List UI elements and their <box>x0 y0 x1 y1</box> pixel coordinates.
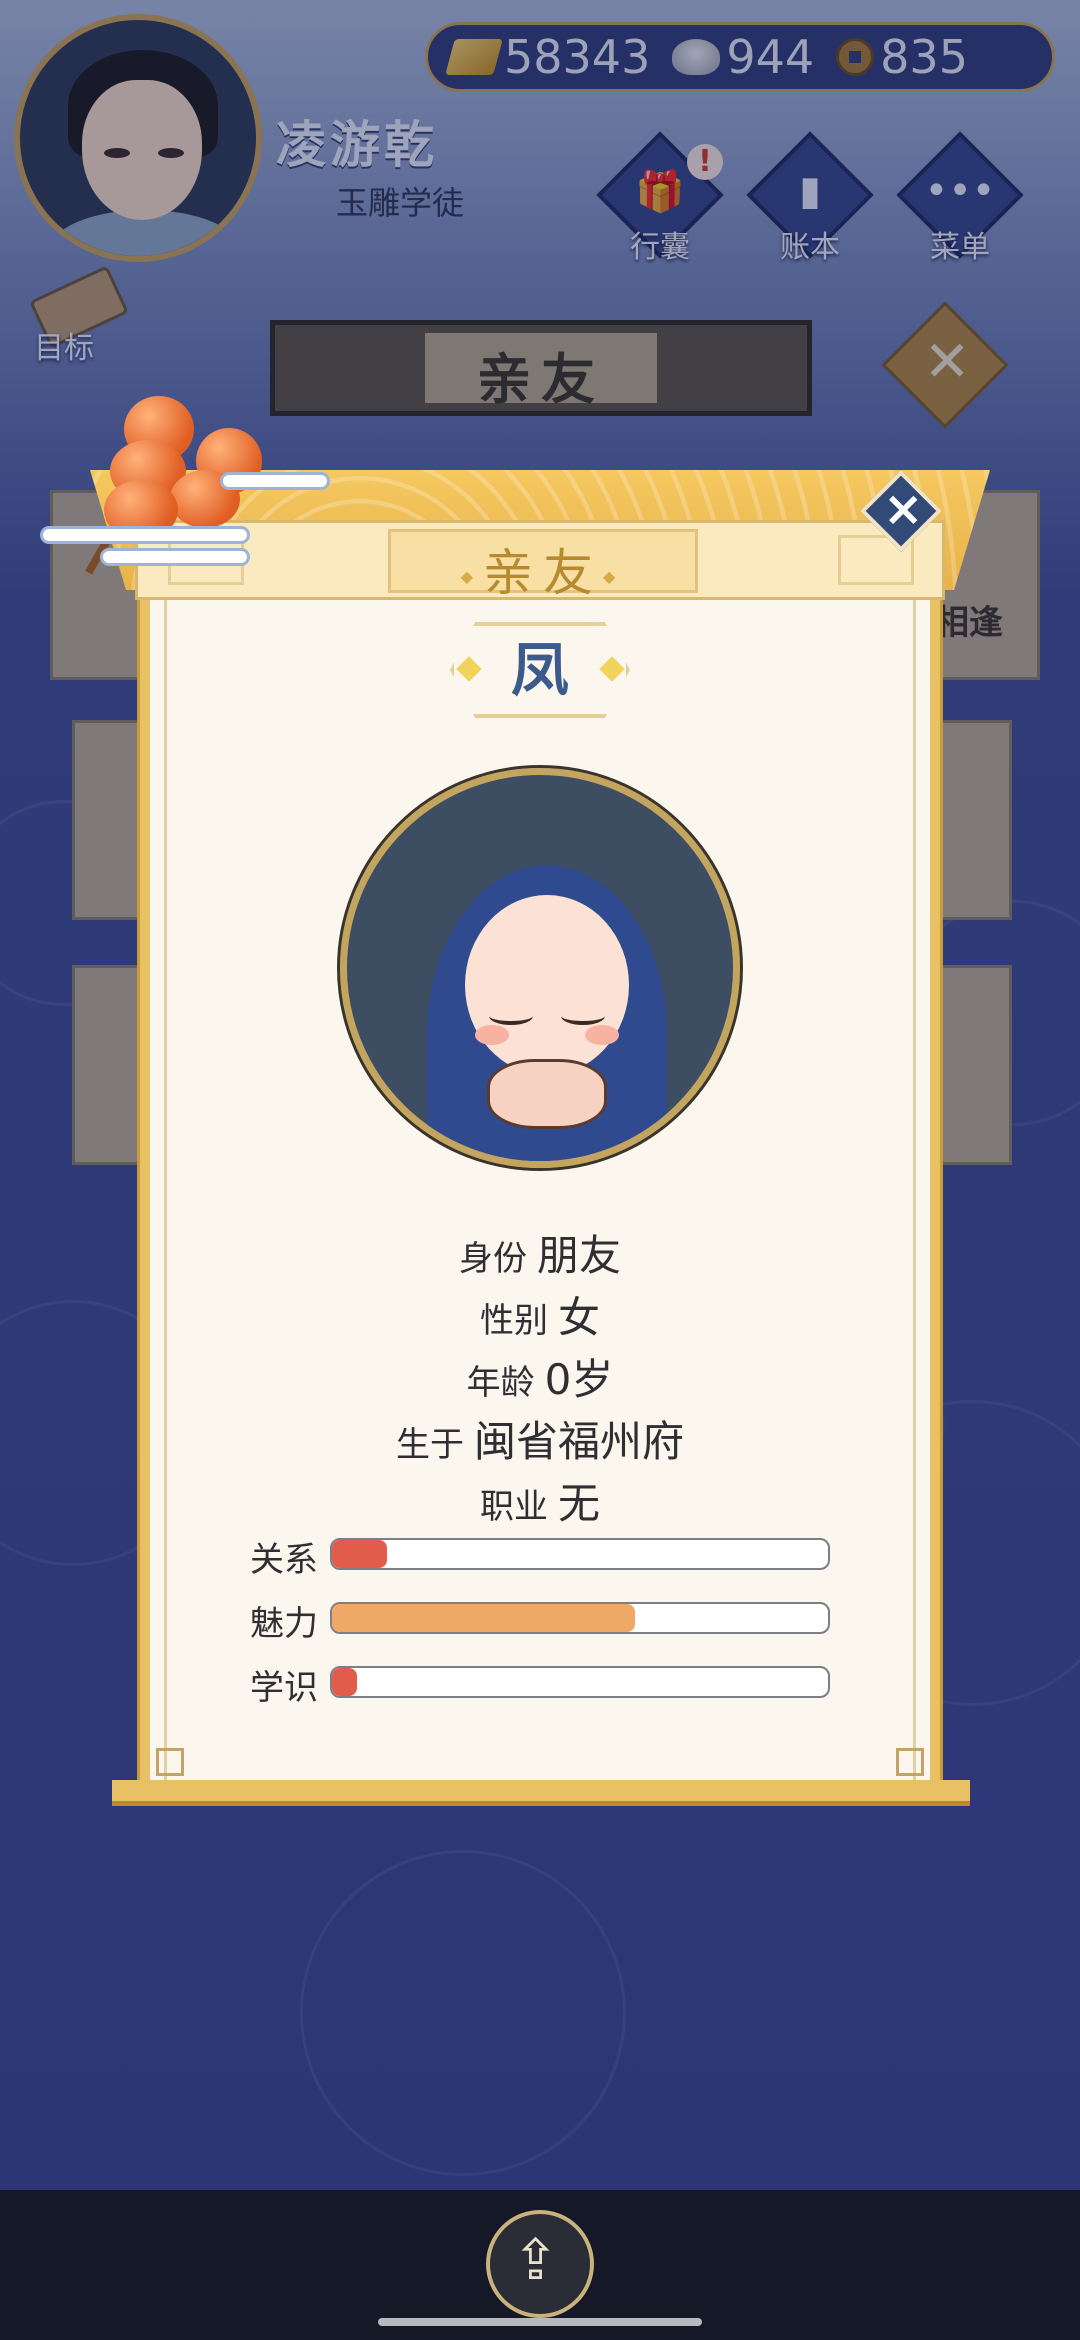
info-key: 身份 <box>458 1239 527 1279</box>
stat-fill <box>332 1604 635 1632</box>
corner-ornament <box>156 1748 184 1776</box>
info-key: 生于 <box>395 1425 464 1465</box>
stat-fill <box>332 1540 387 1568</box>
info-value: 闽省福州府 <box>473 1417 684 1466</box>
share-button[interactable]: ⇪ <box>486 2210 594 2318</box>
info-occupation: 职业无 <box>140 1470 940 1531</box>
stat-bar-knowledge <box>330 1666 830 1698</box>
info-key: 职业 <box>479 1487 548 1527</box>
close-icon: × <box>883 480 924 537</box>
info-value: 女 <box>557 1293 600 1342</box>
character-portrait <box>337 765 743 1171</box>
modal-bottom-rail <box>112 1780 970 1806</box>
info-value: 0岁 <box>544 1355 614 1404</box>
info-value: 朋友 <box>536 1231 621 1280</box>
modal-title: 亲友 <box>388 533 698 605</box>
modal-tab-bar: 亲友 <box>135 520 945 602</box>
info-key: 年龄 <box>466 1363 535 1403</box>
corner-ornament <box>896 1748 924 1776</box>
cloud-decoration <box>100 548 250 566</box>
cloud-decoration <box>40 526 250 544</box>
stat-label-relationship: 关系 <box>250 1540 318 1580</box>
info-birthplace: 生于 闽省福州府 <box>140 1408 940 1469</box>
cloud-decoration <box>220 472 330 490</box>
stat-bar-relationship <box>330 1538 830 1570</box>
character-name: 凤 <box>510 636 569 704</box>
info-key: 性别 <box>479 1301 548 1341</box>
stat-label-charm: 魅力 <box>250 1604 318 1644</box>
info-gender: 性别女 <box>140 1284 940 1345</box>
stat-fill <box>332 1668 357 1696</box>
info-age: 年龄 0岁 <box>140 1346 940 1407</box>
stat-bar-charm <box>330 1602 830 1634</box>
info-value: 无 <box>557 1479 600 1528</box>
share-icon: ⇪ <box>512 2228 559 2293</box>
stat-label-knowledge: 学识 <box>250 1668 318 1708</box>
info-identity: 身份 朋友 <box>140 1222 940 1283</box>
home-indicator[interactable] <box>378 2318 702 2326</box>
